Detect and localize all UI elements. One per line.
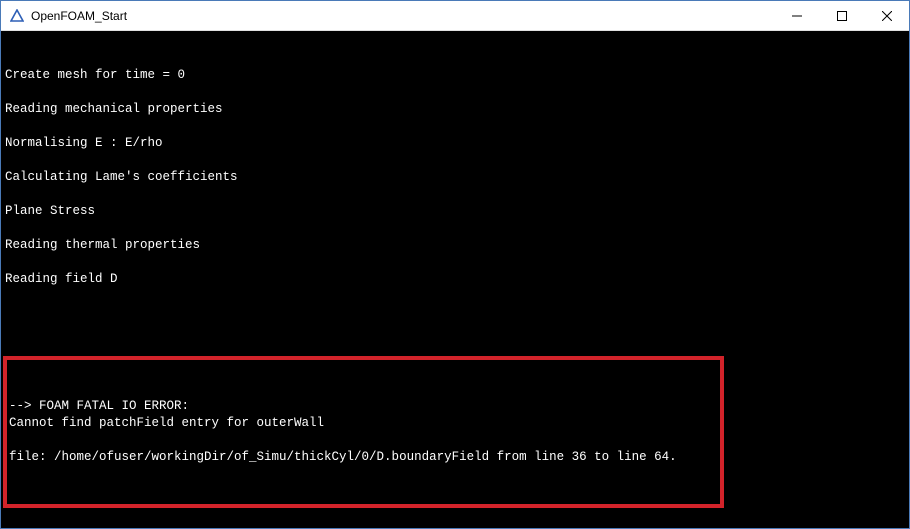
titlebar[interactable]: OpenFOAM_Start <box>1 1 909 31</box>
terminal-error-line: --> FOAM FATAL IO ERROR: <box>9 398 718 415</box>
error-highlight-box: --> FOAM FATAL IO ERROR:Cannot find patc… <box>3 356 724 508</box>
terminal-line: Reading thermal properties <box>5 237 905 254</box>
minimize-button[interactable] <box>774 1 819 30</box>
terminal-line <box>5 288 905 305</box>
terminal-line <box>5 84 905 101</box>
terminal-line: Normalising E : E/rho <box>5 135 905 152</box>
window-controls <box>774 1 909 30</box>
terminal-error-line <box>9 432 718 449</box>
app-icon <box>9 8 25 24</box>
terminal-line: Reading mechanical properties <box>5 101 905 118</box>
terminal-line: Create mesh for time = 0 <box>5 67 905 84</box>
terminal-output[interactable]: Create mesh for time = 0 Reading mechanic… <box>1 31 909 528</box>
terminal-line: Plane Stress <box>5 203 905 220</box>
maximize-button[interactable] <box>819 1 864 30</box>
terminal-line <box>5 118 905 135</box>
terminal-error-line: Cannot find patchField entry for outerWa… <box>9 415 718 432</box>
terminal-line <box>5 254 905 271</box>
terminal-line: Reading field D <box>5 271 905 288</box>
app-window: OpenFOAM_Start Create mesh for time = 0 R… <box>0 0 910 529</box>
window-title: OpenFOAM_Start <box>31 9 774 23</box>
terminal-line <box>5 186 905 203</box>
terminal-line <box>5 305 905 322</box>
close-button[interactable] <box>864 1 909 30</box>
terminal-line <box>5 152 905 169</box>
terminal-error-line: file: /home/ofuser/workingDir/of_Simu/th… <box>9 449 718 466</box>
terminal-line: Calculating Lame's coefficients <box>5 169 905 186</box>
terminal-line <box>5 220 905 237</box>
